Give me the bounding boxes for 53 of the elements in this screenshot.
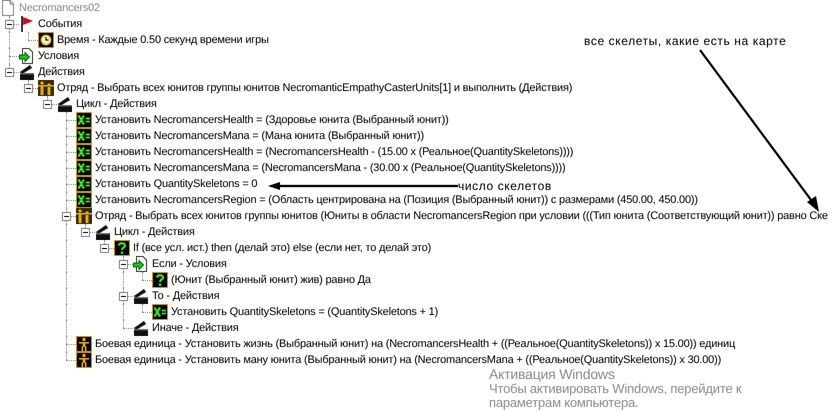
tree-item[interactable]: Установить QuantitySkeletons = (QuantitySkeletons + 1) [168, 304, 440, 320]
unit-group-icon [38, 80, 54, 96]
x-equals-icon [76, 128, 92, 144]
tree-item[interactable]: Отряд - Выбрать всех юнитов группы юнитов NecromanticEmpathyCasterUnits[1] и выполнить (Действия) [54, 80, 574, 96]
question-icon [114, 240, 130, 256]
collapse-button[interactable] [100, 244, 109, 253]
tree-item[interactable]: Отряд - Выбрать всех юнитов группы юнитов (Юниты в области NecromancersRegion при условии (((Тип юнита (Соответствующий юнит)) равно Ске [92, 208, 830, 224]
tree-item[interactable]: If (все усл. ист.) then (делай это) else (если нет, то делай это) [130, 240, 433, 256]
unit-group-icon [76, 208, 92, 224]
page-arrow-icon [19, 48, 35, 64]
collapse-button[interactable] [119, 260, 128, 269]
x-equals-icon [76, 144, 92, 160]
collapse-button[interactable] [24, 84, 33, 93]
collapse-button[interactable] [81, 228, 90, 237]
x-equals-icon [76, 192, 92, 208]
tree-item[interactable]: Время - Каждые 0.50 секунд времени игры [54, 32, 271, 48]
tree-item[interactable]: Условия [35, 48, 81, 64]
collapse-button[interactable] [62, 212, 71, 221]
figure-icon [76, 352, 92, 368]
tree-item[interactable]: Установить NecromancersMana = (Мана юнита (Выбранный юнит)) [92, 128, 426, 144]
tree-item[interactable]: (Юнит (Выбранный юнит) жив) равно Да [168, 272, 373, 288]
annotation-text: число скелетов [458, 179, 552, 193]
watermark-text: Чтобы активировать Windows, перейдите к [489, 382, 742, 396]
tree-item[interactable]: Если - Условия [149, 256, 229, 272]
x-equals-icon [152, 304, 168, 320]
x-equals-icon [76, 160, 92, 176]
tree-item[interactable]: Боевая единица - Установить ману юнита (Выбранный юнит) на (NecromancersMana + ((Реальное(QuantitySkeletons)) x 30.00)) [92, 352, 724, 368]
question-icon [152, 272, 168, 288]
tree-item[interactable]: Цикл - Действия [73, 96, 159, 112]
annotation-text: все скелеты, какие есть на карте [584, 34, 786, 48]
tree-item[interactable]: События [35, 16, 84, 32]
page-arrow-icon [133, 256, 149, 272]
x-equals-icon [76, 112, 92, 128]
collapse-button[interactable] [5, 20, 14, 29]
collapse-button[interactable] [43, 100, 52, 109]
tree-item[interactable]: Установить NecromancersRegion = (Область центрирована на (Позиция (Выбранный юнит)) с размерами (450.00, 450.00)) [92, 192, 700, 208]
tree-item[interactable]: Установить NecromancersHealth = (NecromancersHealth - (15.00 x (Реальное(QuantitySkeletons)))) [92, 144, 576, 160]
clock-icon [38, 32, 54, 48]
tree-item[interactable]: Действия [35, 64, 87, 80]
tree-item[interactable]: Установить QuantitySkeletons = 0 [92, 176, 260, 192]
flag-icon [19, 16, 35, 32]
figure-icon [76, 336, 92, 352]
tree-item[interactable]: Установить NecromancersMana = (NecromancersMana - (30.00 x (Реальное(QuantitySkeletons)))) [92, 160, 568, 176]
collapse-button[interactable] [119, 292, 128, 301]
tree-item[interactable]: Иначе - Действия [149, 320, 240, 336]
watermark-title: Активация Windows [489, 367, 615, 382]
tree-item[interactable]: Установить NecromancersHealth = (Здоровье юнита (Выбранный юнит)) [92, 112, 451, 128]
watermark-text: параметрам компьютера. [489, 396, 638, 410]
tree-item[interactable]: Цикл - Действия [111, 224, 197, 240]
tree-item[interactable]: Боевая единица - Установить жизнь (Выбранный юнит) на (NecromancersHealth + ((Реальное(QuantitySkeletons)) x 15.00)) единиц [92, 336, 738, 352]
collapse-button[interactable] [5, 68, 14, 77]
x-equals-icon [76, 176, 92, 192]
tree-item[interactable]: То - Действия [149, 288, 222, 304]
